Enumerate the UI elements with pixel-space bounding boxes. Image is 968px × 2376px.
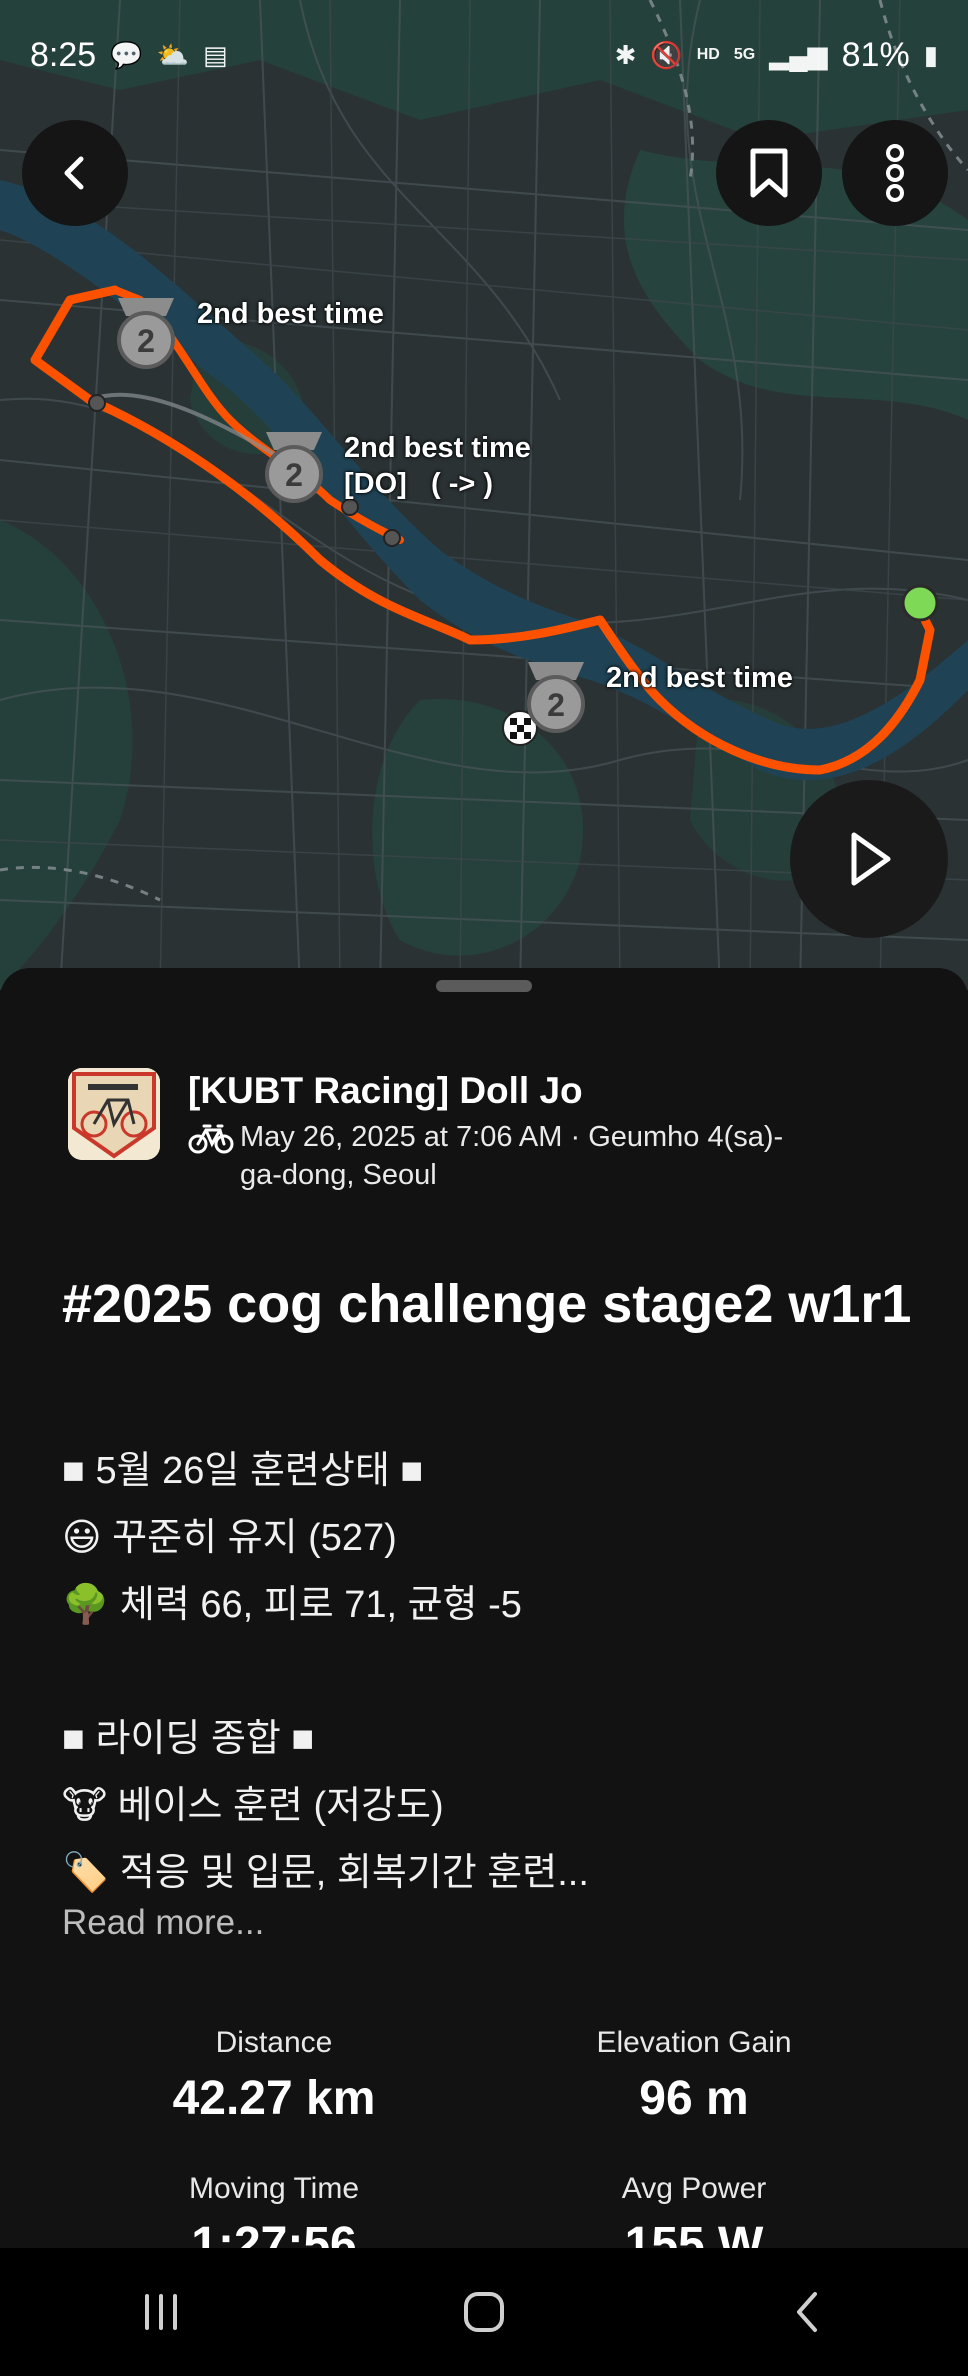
recent-apps-button[interactable]	[101, 2272, 221, 2352]
battery-icon: ▮	[923, 39, 938, 70]
description-line: 😃 꾸준히 유지 (527)	[62, 1517, 397, 1559]
cloud-icon: ⛅	[156, 39, 189, 70]
chevron-left-icon	[796, 2292, 817, 2332]
description-line: 🏷️ 적응 및 입문, 회복기간 훈련...	[62, 1852, 589, 1894]
stat-label: Distance	[215, 2026, 333, 2059]
route-map[interactable]: 2 2 2 2nd best time 2nd best time [DO] (…	[0, 0, 968, 990]
home-button[interactable]	[424, 2272, 544, 2352]
segment-label-1[interactable]: 2nd best time	[197, 296, 384, 332]
stat-label: Moving Time	[188, 2172, 360, 2205]
battery-level: 81%	[841, 35, 910, 74]
stat-distance: Distance 42.27 km	[64, 2023, 484, 2129]
system-back-button[interactable]	[747, 2272, 867, 2352]
start-marker	[901, 584, 939, 622]
description-line	[62, 1639, 922, 1706]
recent-apps-icon	[145, 2294, 178, 2330]
athlete-header[interactable]: [KUBT Racing] Doll Jo May 26, 2025 at 7:…	[68, 1068, 800, 1194]
medal-icon-2: 2	[265, 432, 323, 503]
stat-label: Avg Power	[621, 2172, 767, 2205]
mute-icon: 🔇	[650, 39, 683, 70]
svg-text:2: 2	[285, 457, 303, 493]
stat-value: 96 m	[639, 2072, 749, 2125]
description-line: 🌳 체력 66, 피로 71, 균형 -5	[62, 1584, 522, 1626]
activity-title: #2025 cog challenge stage2 w1r1	[62, 1274, 912, 1334]
medal-icon-1: 2	[117, 298, 175, 369]
status-time: 8:25	[30, 35, 97, 74]
description-line: ■ 라이딩 종합 ■	[62, 1718, 315, 1760]
more-options-button[interactable]	[842, 120, 948, 226]
5g-icon: 5G	[733, 46, 756, 63]
play-flyover-button[interactable]	[790, 780, 948, 938]
drag-handle[interactable]	[436, 980, 532, 992]
status-bar: 8:25 💬 ⛅ ▤ ✱ 🔇 HD 5G ▂▄▆ 81% ▮	[0, 0, 968, 110]
bookmark-icon	[750, 148, 788, 198]
svg-text:2: 2	[547, 687, 565, 723]
activity-date-location: May 26, 2025 at 7:06 AM · Geumho 4(sa)-g…	[240, 1121, 784, 1191]
home-icon	[463, 2292, 504, 2332]
description-line: 🐮 베이스 훈련 (저강도)	[62, 1785, 444, 1827]
activity-sheet: [KUBT Racing] Doll Jo May 26, 2025 at 7:…	[0, 968, 968, 2271]
signal-icon: ▂▄▆	[769, 39, 828, 70]
system-nav-bar	[0, 2248, 968, 2376]
back-button[interactable]	[22, 120, 128, 226]
svg-text:2: 2	[137, 323, 155, 359]
avatar[interactable]	[68, 1068, 160, 1160]
medal-icon-3: 2	[527, 662, 585, 733]
description-line: ■ 5월 26일 훈련상태 ■	[62, 1450, 424, 1492]
talk-icon: 💬	[110, 39, 143, 70]
segment-label-3[interactable]: 2nd best time	[606, 660, 793, 696]
stat-label: Elevation Gain	[596, 2026, 792, 2059]
club-logo-icon	[68, 1068, 160, 1160]
play-icon	[851, 832, 891, 886]
stat-elevation-gain: Elevation Gain 96 m	[484, 2023, 904, 2129]
bluetooth-icon: ✱	[614, 39, 637, 70]
back-arrow-icon	[64, 156, 84, 190]
stat-value: 42.27 km	[172, 2072, 376, 2125]
segment-label-2[interactable]: 2nd best time [DO] ( -> )	[344, 430, 531, 502]
bike-icon	[188, 1124, 234, 1154]
bookmark-button[interactable]	[716, 120, 822, 226]
notes-icon: ▤	[202, 39, 228, 70]
more-vertical-icon	[886, 144, 904, 202]
activity-description: ■ 5월 26일 훈련상태 ■ 😃 꾸준히 유지 (527) 🌳 체력 66, …	[62, 1438, 922, 1907]
athlete-name[interactable]: [KUBT Racing] Doll Jo	[188, 1068, 800, 1114]
hd-voice-icon: HD	[696, 46, 720, 63]
read-more-link[interactable]: Read more...	[62, 1903, 264, 1943]
